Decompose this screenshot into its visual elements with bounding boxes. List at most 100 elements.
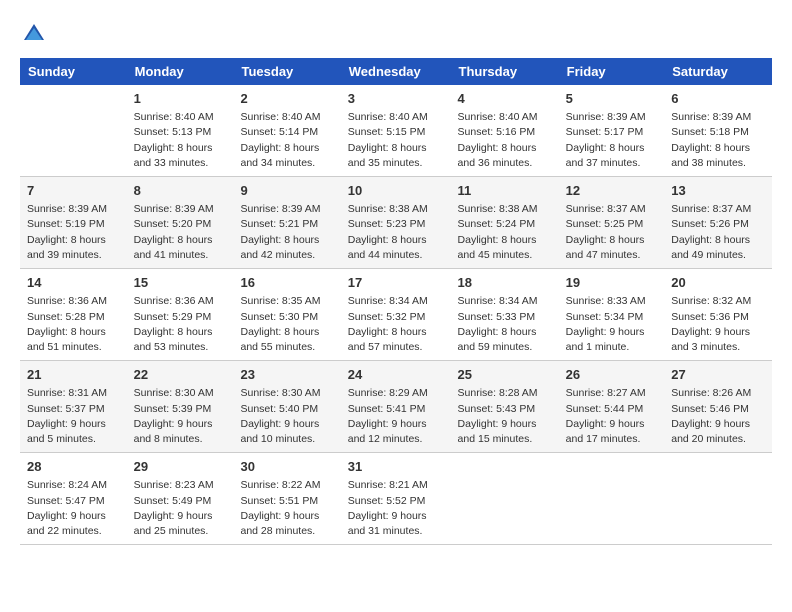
day-info: Sunrise: 8:38 AMSunset: 5:24 PMDaylight:…	[458, 202, 552, 263]
day-number: 14	[27, 274, 120, 292]
weekday-header-friday: Friday	[559, 58, 665, 85]
day-number: 4	[458, 90, 552, 108]
day-info: Sunrise: 8:36 AMSunset: 5:28 PMDaylight:…	[27, 294, 120, 355]
calendar-cell: 20 Sunrise: 8:32 AMSunset: 5:36 PMDayligh…	[664, 269, 772, 361]
day-info: Sunrise: 8:38 AMSunset: 5:23 PMDaylight:…	[348, 202, 444, 263]
calendar-cell: 26 Sunrise: 8:27 AMSunset: 5:44 PMDayligh…	[559, 361, 665, 453]
day-info: Sunrise: 8:34 AMSunset: 5:32 PMDaylight:…	[348, 294, 444, 355]
calendar-cell: 1Sunrise: 8:40 AMSunset: 5:13 PMDaylight…	[127, 85, 234, 177]
day-number: 13	[671, 182, 765, 200]
day-number: 24	[348, 366, 444, 384]
calendar-week-row: 28 Sunrise: 8:24 AMSunset: 5:47 PMDayligh…	[20, 453, 772, 545]
weekday-header-thursday: Thursday	[451, 58, 559, 85]
day-info: Sunrise: 8:24 AMSunset: 5:47 PMDaylight:…	[27, 478, 120, 539]
day-number: 9	[241, 182, 334, 200]
day-number: 1	[134, 90, 227, 108]
calendar-cell: 25 Sunrise: 8:28 AMSunset: 5:43 PMDayligh…	[451, 361, 559, 453]
calendar-cell: 7 Sunrise: 8:39 AMSunset: 5:19 PMDaylight…	[20, 177, 127, 269]
day-number: 16	[241, 274, 334, 292]
day-info: Sunrise: 8:30 AMSunset: 5:39 PMDaylight:…	[134, 386, 227, 447]
weekday-header-saturday: Saturday	[664, 58, 772, 85]
calendar-cell: 6 Sunrise: 8:39 AMSunset: 5:18 PMDaylight…	[664, 85, 772, 177]
weekday-header-row: SundayMondayTuesdayWednesdayThursdayFrid…	[20, 58, 772, 85]
calendar-cell: 2Sunrise: 8:40 AMSunset: 5:14 PMDaylight…	[234, 85, 341, 177]
day-info: Sunrise: 8:33 AMSunset: 5:34 PMDaylight:…	[566, 294, 658, 355]
calendar-week-row: 7 Sunrise: 8:39 AMSunset: 5:19 PMDaylight…	[20, 177, 772, 269]
day-info: Sunrise: 8:39 AMSunset: 5:17 PMDaylight:…	[566, 110, 658, 171]
calendar-cell: 17 Sunrise: 8:34 AMSunset: 5:32 PMDayligh…	[341, 269, 451, 361]
calendar-cell: 23Sunrise: 8:30 AMSunset: 5:40 PMDayligh…	[234, 361, 341, 453]
day-number: 8	[134, 182, 227, 200]
page-header	[20, 20, 772, 48]
calendar-cell: 21 Sunrise: 8:31 AMSunset: 5:37 PMDayligh…	[20, 361, 127, 453]
calendar-cell: 10 Sunrise: 8:38 AMSunset: 5:23 PMDayligh…	[341, 177, 451, 269]
calendar-cell: 19Sunrise: 8:33 AMSunset: 5:34 PMDayligh…	[559, 269, 665, 361]
calendar-cell: 18Sunrise: 8:34 AMSunset: 5:33 PMDayligh…	[451, 269, 559, 361]
day-info: Sunrise: 8:22 AMSunset: 5:51 PMDaylight:…	[241, 478, 334, 539]
day-number: 25	[458, 366, 552, 384]
calendar-cell	[559, 453, 665, 545]
calendar-cell: 8 Sunrise: 8:39 AMSunset: 5:20 PMDaylight…	[127, 177, 234, 269]
day-number: 26	[566, 366, 658, 384]
calendar-cell	[451, 453, 559, 545]
weekday-header-sunday: Sunday	[20, 58, 127, 85]
day-number: 7	[27, 182, 120, 200]
day-info: Sunrise: 8:23 AMSunset: 5:49 PMDaylight:…	[134, 478, 227, 539]
day-info: Sunrise: 8:39 AMSunset: 5:19 PMDaylight:…	[27, 202, 120, 263]
day-number: 6	[671, 90, 765, 108]
day-number: 5	[566, 90, 658, 108]
calendar-cell: 16 Sunrise: 8:35 AMSunset: 5:30 PMDayligh…	[234, 269, 341, 361]
logo-icon	[20, 20, 48, 48]
day-number: 17	[348, 274, 444, 292]
day-number: 22	[134, 366, 227, 384]
calendar-cell: 5 Sunrise: 8:39 AMSunset: 5:17 PMDaylight…	[559, 85, 665, 177]
day-info: Sunrise: 8:40 AMSunset: 5:15 PMDaylight:…	[348, 110, 444, 171]
calendar-cell: 12Sunrise: 8:37 AMSunset: 5:25 PMDayligh…	[559, 177, 665, 269]
calendar-cell	[664, 453, 772, 545]
calendar-cell: 27 Sunrise: 8:26 AMSunset: 5:46 PMDayligh…	[664, 361, 772, 453]
day-number: 20	[671, 274, 765, 292]
day-number: 23	[241, 366, 334, 384]
day-info: Sunrise: 8:39 AMSunset: 5:18 PMDaylight:…	[671, 110, 765, 171]
day-info: Sunrise: 8:37 AMSunset: 5:25 PMDaylight:…	[566, 202, 658, 263]
day-info: Sunrise: 8:21 AMSunset: 5:52 PMDaylight:…	[348, 478, 444, 539]
calendar-cell: 31 Sunrise: 8:21 AMSunset: 5:52 PMDayligh…	[341, 453, 451, 545]
calendar-table: SundayMondayTuesdayWednesdayThursdayFrid…	[20, 58, 772, 545]
calendar-cell: 22 Sunrise: 8:30 AMSunset: 5:39 PMDayligh…	[127, 361, 234, 453]
logo	[20, 20, 52, 48]
calendar-cell: 28 Sunrise: 8:24 AMSunset: 5:47 PMDayligh…	[20, 453, 127, 545]
day-info: Sunrise: 8:40 AMSunset: 5:16 PMDaylight:…	[458, 110, 552, 171]
day-info: Sunrise: 8:32 AMSunset: 5:36 PMDaylight:…	[671, 294, 765, 355]
day-info: Sunrise: 8:27 AMSunset: 5:44 PMDaylight:…	[566, 386, 658, 447]
day-info: Sunrise: 8:40 AMSunset: 5:14 PMDaylight:…	[241, 110, 334, 171]
day-number: 31	[348, 458, 444, 476]
day-info: Sunrise: 8:28 AMSunset: 5:43 PMDaylight:…	[458, 386, 552, 447]
calendar-cell	[20, 85, 127, 177]
calendar-cell: 24 Sunrise: 8:29 AMSunset: 5:41 PMDayligh…	[341, 361, 451, 453]
day-number: 21	[27, 366, 120, 384]
calendar-cell: 30 Sunrise: 8:22 AMSunset: 5:51 PMDayligh…	[234, 453, 341, 545]
calendar-cell: 4 Sunrise: 8:40 AMSunset: 5:16 PMDaylight…	[451, 85, 559, 177]
calendar-cell: 11Sunrise: 8:38 AMSunset: 5:24 PMDayligh…	[451, 177, 559, 269]
weekday-header-monday: Monday	[127, 58, 234, 85]
calendar-cell: 29Sunrise: 8:23 AMSunset: 5:49 PMDayligh…	[127, 453, 234, 545]
day-info: Sunrise: 8:31 AMSunset: 5:37 PMDaylight:…	[27, 386, 120, 447]
day-number: 3	[348, 90, 444, 108]
day-info: Sunrise: 8:29 AMSunset: 5:41 PMDaylight:…	[348, 386, 444, 447]
day-number: 30	[241, 458, 334, 476]
day-number: 27	[671, 366, 765, 384]
day-number: 10	[348, 182, 444, 200]
calendar-week-row: 14 Sunrise: 8:36 AMSunset: 5:28 PMDayligh…	[20, 269, 772, 361]
day-info: Sunrise: 8:36 AMSunset: 5:29 PMDaylight:…	[134, 294, 227, 355]
day-info: Sunrise: 8:37 AMSunset: 5:26 PMDaylight:…	[671, 202, 765, 263]
calendar-cell: 3 Sunrise: 8:40 AMSunset: 5:15 PMDaylight…	[341, 85, 451, 177]
day-info: Sunrise: 8:35 AMSunset: 5:30 PMDaylight:…	[241, 294, 334, 355]
calendar-cell: 9Sunrise: 8:39 AMSunset: 5:21 PMDaylight…	[234, 177, 341, 269]
calendar-cell: 15 Sunrise: 8:36 AMSunset: 5:29 PMDayligh…	[127, 269, 234, 361]
day-number: 28	[27, 458, 120, 476]
calendar-week-row: 21 Sunrise: 8:31 AMSunset: 5:37 PMDayligh…	[20, 361, 772, 453]
day-number: 15	[134, 274, 227, 292]
day-info: Sunrise: 8:39 AMSunset: 5:20 PMDaylight:…	[134, 202, 227, 263]
weekday-header-wednesday: Wednesday	[341, 58, 451, 85]
day-info: Sunrise: 8:26 AMSunset: 5:46 PMDaylight:…	[671, 386, 765, 447]
